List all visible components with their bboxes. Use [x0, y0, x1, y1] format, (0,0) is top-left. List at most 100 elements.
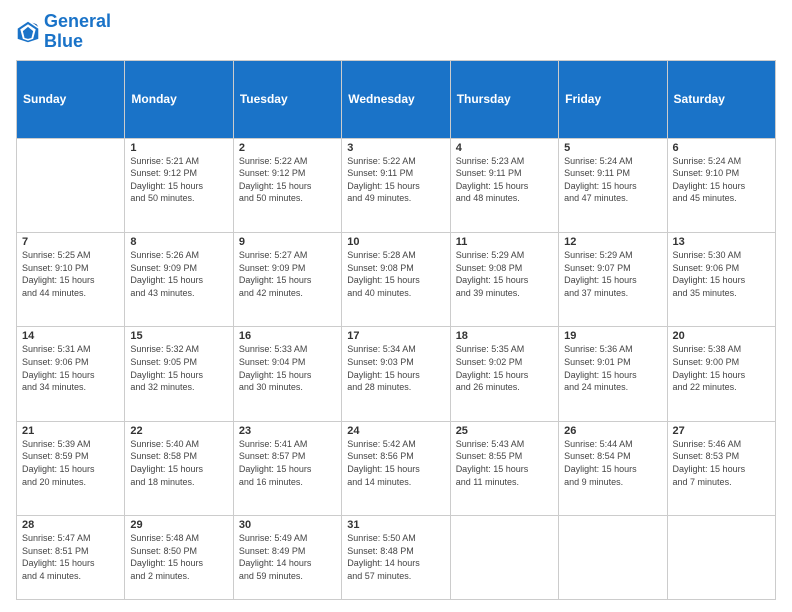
- day-info: Sunrise: 5:24 AM Sunset: 9:10 PM Dayligh…: [673, 155, 770, 205]
- day-info: Sunrise: 5:29 AM Sunset: 9:08 PM Dayligh…: [456, 249, 553, 299]
- calendar-cell: 14Sunrise: 5:31 AM Sunset: 9:06 PM Dayli…: [17, 327, 125, 421]
- day-info: Sunrise: 5:38 AM Sunset: 9:00 PM Dayligh…: [673, 343, 770, 393]
- day-number: 29: [130, 519, 227, 531]
- calendar-cell: [559, 516, 667, 600]
- day-info: Sunrise: 5:48 AM Sunset: 8:50 PM Dayligh…: [130, 532, 227, 582]
- day-number: 4: [456, 142, 553, 154]
- calendar-cell: [17, 138, 125, 232]
- day-number: 31: [347, 519, 444, 531]
- day-info: Sunrise: 5:27 AM Sunset: 9:09 PM Dayligh…: [239, 249, 336, 299]
- day-info: Sunrise: 5:44 AM Sunset: 8:54 PM Dayligh…: [564, 438, 661, 488]
- calendar-cell: 23Sunrise: 5:41 AM Sunset: 8:57 PM Dayli…: [233, 421, 341, 515]
- calendar-cell: 5Sunrise: 5:24 AM Sunset: 9:11 PM Daylig…: [559, 138, 667, 232]
- weekday-header-wednesday: Wednesday: [342, 60, 450, 138]
- calendar-cell: 1Sunrise: 5:21 AM Sunset: 9:12 PM Daylig…: [125, 138, 233, 232]
- calendar-cell: 10Sunrise: 5:28 AM Sunset: 9:08 PM Dayli…: [342, 233, 450, 327]
- weekday-header-saturday: Saturday: [667, 60, 775, 138]
- calendar-cell: 13Sunrise: 5:30 AM Sunset: 9:06 PM Dayli…: [667, 233, 775, 327]
- day-info: Sunrise: 5:36 AM Sunset: 9:01 PM Dayligh…: [564, 343, 661, 393]
- day-number: 18: [456, 330, 553, 342]
- calendar-week-5: 28Sunrise: 5:47 AM Sunset: 8:51 PM Dayli…: [17, 516, 776, 600]
- day-number: 14: [22, 330, 119, 342]
- weekday-header-thursday: Thursday: [450, 60, 558, 138]
- day-info: Sunrise: 5:29 AM Sunset: 9:07 PM Dayligh…: [564, 249, 661, 299]
- day-number: 2: [239, 142, 336, 154]
- calendar-cell: 15Sunrise: 5:32 AM Sunset: 9:05 PM Dayli…: [125, 327, 233, 421]
- day-number: 23: [239, 425, 336, 437]
- day-number: 15: [130, 330, 227, 342]
- page: General Blue SundayMondayTuesdayWednesda…: [0, 0, 792, 612]
- day-info: Sunrise: 5:21 AM Sunset: 9:12 PM Dayligh…: [130, 155, 227, 205]
- weekday-header-sunday: Sunday: [17, 60, 125, 138]
- day-info: Sunrise: 5:22 AM Sunset: 9:11 PM Dayligh…: [347, 155, 444, 205]
- day-number: 26: [564, 425, 661, 437]
- day-number: 6: [673, 142, 770, 154]
- calendar-week-1: 1Sunrise: 5:21 AM Sunset: 9:12 PM Daylig…: [17, 138, 776, 232]
- day-info: Sunrise: 5:30 AM Sunset: 9:06 PM Dayligh…: [673, 249, 770, 299]
- calendar-cell: 7Sunrise: 5:25 AM Sunset: 9:10 PM Daylig…: [17, 233, 125, 327]
- calendar-week-4: 21Sunrise: 5:39 AM Sunset: 8:59 PM Dayli…: [17, 421, 776, 515]
- calendar-cell: 20Sunrise: 5:38 AM Sunset: 9:00 PM Dayli…: [667, 327, 775, 421]
- calendar-cell: 29Sunrise: 5:48 AM Sunset: 8:50 PM Dayli…: [125, 516, 233, 600]
- calendar-cell: 2Sunrise: 5:22 AM Sunset: 9:12 PM Daylig…: [233, 138, 341, 232]
- day-info: Sunrise: 5:43 AM Sunset: 8:55 PM Dayligh…: [456, 438, 553, 488]
- day-number: 17: [347, 330, 444, 342]
- calendar-cell: 30Sunrise: 5:49 AM Sunset: 8:49 PM Dayli…: [233, 516, 341, 600]
- day-info: Sunrise: 5:24 AM Sunset: 9:11 PM Dayligh…: [564, 155, 661, 205]
- calendar-cell: 24Sunrise: 5:42 AM Sunset: 8:56 PM Dayli…: [342, 421, 450, 515]
- day-info: Sunrise: 5:39 AM Sunset: 8:59 PM Dayligh…: [22, 438, 119, 488]
- day-number: 21: [22, 425, 119, 437]
- calendar-cell: 11Sunrise: 5:29 AM Sunset: 9:08 PM Dayli…: [450, 233, 558, 327]
- day-info: Sunrise: 5:22 AM Sunset: 9:12 PM Dayligh…: [239, 155, 336, 205]
- calendar-cell: 31Sunrise: 5:50 AM Sunset: 8:48 PM Dayli…: [342, 516, 450, 600]
- day-number: 5: [564, 142, 661, 154]
- day-info: Sunrise: 5:28 AM Sunset: 9:08 PM Dayligh…: [347, 249, 444, 299]
- day-number: 16: [239, 330, 336, 342]
- calendar-cell: 9Sunrise: 5:27 AM Sunset: 9:09 PM Daylig…: [233, 233, 341, 327]
- calendar-table: SundayMondayTuesdayWednesdayThursdayFrid…: [16, 60, 776, 600]
- day-number: 20: [673, 330, 770, 342]
- calendar-cell: 25Sunrise: 5:43 AM Sunset: 8:55 PM Dayli…: [450, 421, 558, 515]
- day-number: 30: [239, 519, 336, 531]
- calendar-cell: 21Sunrise: 5:39 AM Sunset: 8:59 PM Dayli…: [17, 421, 125, 515]
- day-info: Sunrise: 5:33 AM Sunset: 9:04 PM Dayligh…: [239, 343, 336, 393]
- day-number: 11: [456, 236, 553, 248]
- weekday-header-friday: Friday: [559, 60, 667, 138]
- weekday-header-row: SundayMondayTuesdayWednesdayThursdayFrid…: [17, 60, 776, 138]
- calendar-cell: 6Sunrise: 5:24 AM Sunset: 9:10 PM Daylig…: [667, 138, 775, 232]
- day-info: Sunrise: 5:23 AM Sunset: 9:11 PM Dayligh…: [456, 155, 553, 205]
- day-info: Sunrise: 5:25 AM Sunset: 9:10 PM Dayligh…: [22, 249, 119, 299]
- calendar-cell: 22Sunrise: 5:40 AM Sunset: 8:58 PM Dayli…: [125, 421, 233, 515]
- calendar-cell: [450, 516, 558, 600]
- day-number: 9: [239, 236, 336, 248]
- day-info: Sunrise: 5:47 AM Sunset: 8:51 PM Dayligh…: [22, 532, 119, 582]
- weekday-header-monday: Monday: [125, 60, 233, 138]
- day-number: 19: [564, 330, 661, 342]
- day-number: 13: [673, 236, 770, 248]
- day-info: Sunrise: 5:46 AM Sunset: 8:53 PM Dayligh…: [673, 438, 770, 488]
- day-number: 1: [130, 142, 227, 154]
- day-number: 22: [130, 425, 227, 437]
- day-info: Sunrise: 5:35 AM Sunset: 9:02 PM Dayligh…: [456, 343, 553, 393]
- calendar-cell: 26Sunrise: 5:44 AM Sunset: 8:54 PM Dayli…: [559, 421, 667, 515]
- calendar-body: 1Sunrise: 5:21 AM Sunset: 9:12 PM Daylig…: [17, 138, 776, 599]
- logo: General Blue: [16, 12, 111, 52]
- day-number: 24: [347, 425, 444, 437]
- day-number: 27: [673, 425, 770, 437]
- calendar-cell: [667, 516, 775, 600]
- day-info: Sunrise: 5:42 AM Sunset: 8:56 PM Dayligh…: [347, 438, 444, 488]
- day-number: 3: [347, 142, 444, 154]
- day-info: Sunrise: 5:50 AM Sunset: 8:48 PM Dayligh…: [347, 532, 444, 582]
- calendar-cell: 3Sunrise: 5:22 AM Sunset: 9:11 PM Daylig…: [342, 138, 450, 232]
- day-info: Sunrise: 5:34 AM Sunset: 9:03 PM Dayligh…: [347, 343, 444, 393]
- day-number: 10: [347, 236, 444, 248]
- day-info: Sunrise: 5:49 AM Sunset: 8:49 PM Dayligh…: [239, 532, 336, 582]
- day-number: 25: [456, 425, 553, 437]
- header: General Blue: [16, 12, 776, 52]
- calendar-cell: 28Sunrise: 5:47 AM Sunset: 8:51 PM Dayli…: [17, 516, 125, 600]
- calendar-week-3: 14Sunrise: 5:31 AM Sunset: 9:06 PM Dayli…: [17, 327, 776, 421]
- day-info: Sunrise: 5:31 AM Sunset: 9:06 PM Dayligh…: [22, 343, 119, 393]
- calendar-cell: 8Sunrise: 5:26 AM Sunset: 9:09 PM Daylig…: [125, 233, 233, 327]
- calendar-cell: 16Sunrise: 5:33 AM Sunset: 9:04 PM Dayli…: [233, 327, 341, 421]
- day-number: 28: [22, 519, 119, 531]
